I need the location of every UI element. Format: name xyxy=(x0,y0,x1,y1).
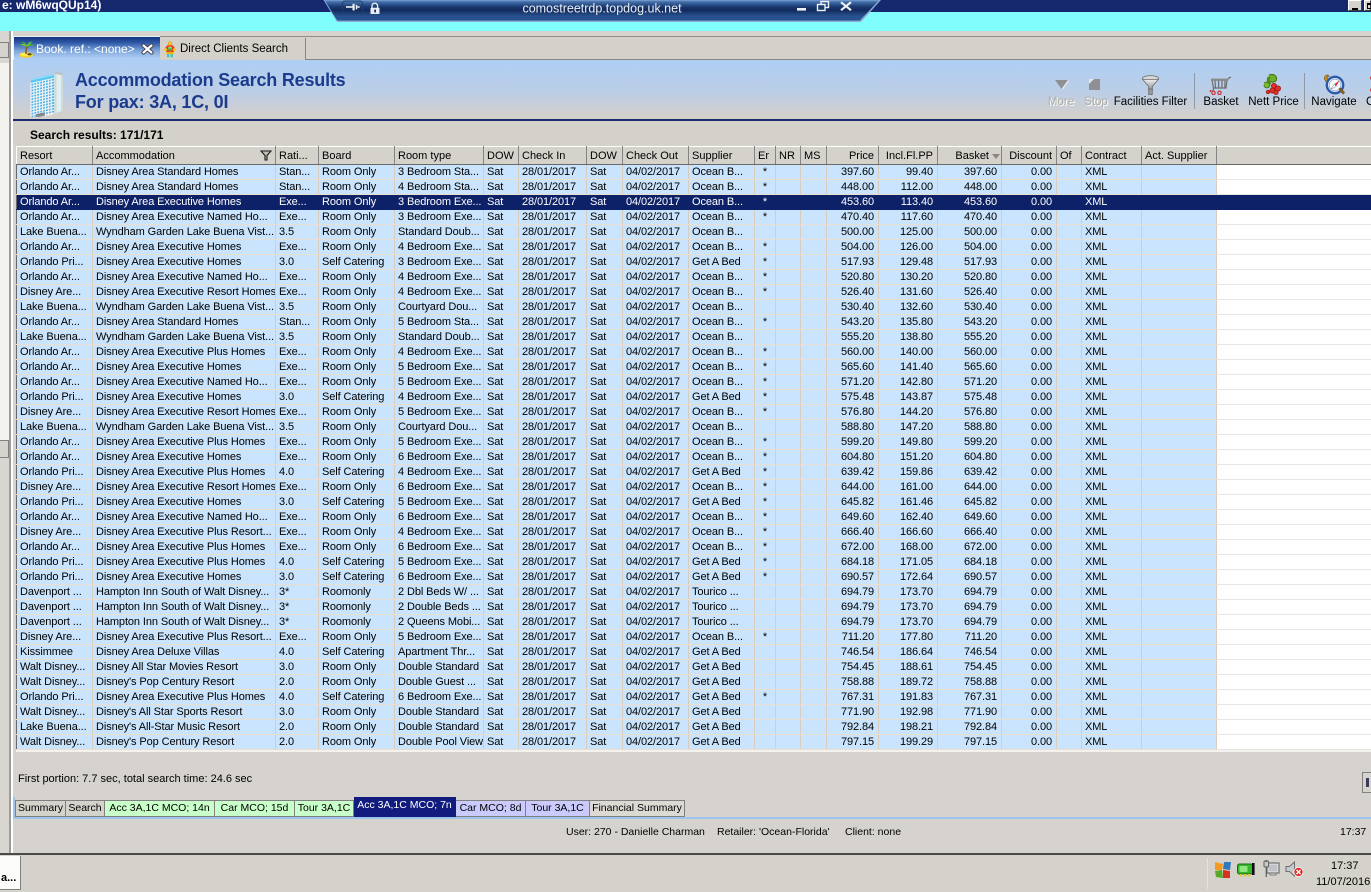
svg-text:comostreetrdp.topdog.uk.net: comostreetrdp.topdog.uk.net xyxy=(522,2,682,16)
